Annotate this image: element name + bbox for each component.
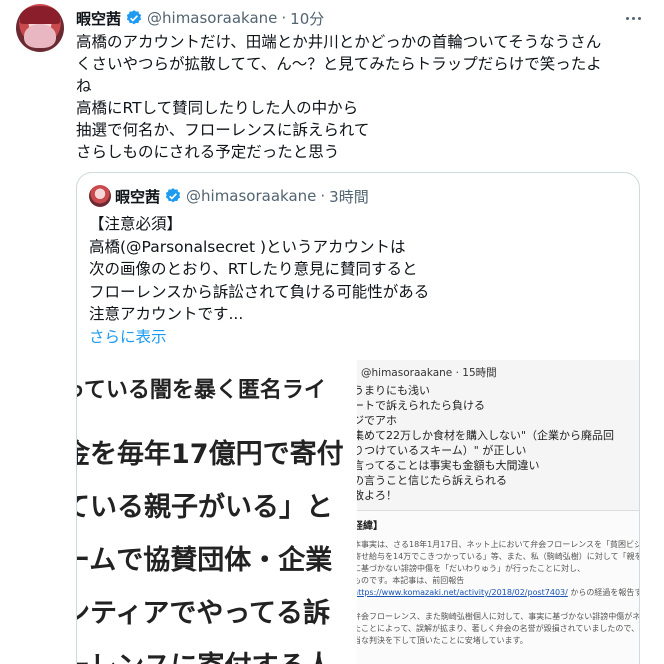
separator-dot: · <box>281 9 287 27</box>
quoted-timestamp: 3時間 <box>329 187 369 206</box>
avatar-face-shape <box>24 24 56 48</box>
tweet-header: 暇空茜 @himasoraakane · 10分 <box>76 7 324 29</box>
tweet-text-line: 抽選で何名か、フローレンスに訴えられて <box>76 121 370 139</box>
image-header: @himasoraakane · 15時間 <box>361 367 497 379</box>
article-heading: 経緯】 <box>355 521 383 532</box>
article-line: に基づかない誹謗中傷を「だいわりゅう」が行ったことに対し、 <box>355 564 585 573</box>
display-name[interactable]: 暇空茜 <box>76 8 121 29</box>
tweet-text-line: さらしものにされる予定だったと思う <box>76 143 340 161</box>
media-image-left[interactable]: っている闇を暴く匿名ライ 金を毎年17億円で寄付 ている親子がいる」と ームで協… <box>77 358 353 664</box>
tweet-text-line: ね <box>76 77 92 95</box>
verified-badge-icon <box>165 188 181 203</box>
image-text-line: ジでアホ <box>355 414 397 427</box>
image-text-line: 言ってることは事実も金額も大間違い <box>355 459 540 472</box>
article-line: 本事実は、さる18年1月17日、ネット上において弁会フローレンスを「貧困ビジネス… <box>355 540 640 549</box>
tweet-text-line: 高橋にRTして賛同したりした人の中から <box>76 99 359 117</box>
article-link-after: からの経過を報告するものです。 <box>570 588 639 597</box>
quoted-text-line: 【注意必須】 <box>89 215 183 233</box>
article-line: 当な判決を下して頂いたことに安堵しています。 <box>355 636 528 645</box>
image-article-box: 経緯】 本事実は、さる18年1月17日、ネット上において弁会フローレンスを「貧困… <box>355 510 640 664</box>
image-text-line: ンティアでやってる訴 <box>77 598 331 629</box>
quoted-text-line: 高橋(@Parsonalsecret )というアカウントは <box>89 237 406 256</box>
image-text-line: うまりにも浅い <box>355 384 430 397</box>
show-more-link[interactable]: さらに表示 <box>89 326 629 349</box>
tweet[interactable]: 暇空茜 @himasoraakane · 10分 高橋のアカウントだけ、田端とか… <box>0 0 664 664</box>
quoted-text-line: 注意アカウントです... <box>89 305 244 323</box>
quoted-tweet-text: 【注意必須】 高橋(@Parsonalsecret )というアカウントは 次の画… <box>89 213 629 348</box>
image-text-line: ている親子がいる」と <box>77 492 333 523</box>
media-image-right[interactable]: @himasoraakane · 15時間 うまりにも浅い ートで訴えられたら負… <box>355 360 640 664</box>
article-link: https://www.komazaki.net/activity/2018/0… <box>355 588 568 597</box>
timestamp[interactable]: 10分 <box>290 8 324 29</box>
quoted-tweet[interactable]: 暇空茜 @himasoraakane · 3時間 【注意必須】 高橋(@Pars… <box>76 172 640 664</box>
tweet-text-line: 高橋のアカウントだけ、田端とか井川とかどっかの首輪ついてそうなうさん <box>76 33 602 51</box>
article-line: 弁会フローレンス、また駒崎弘樹個人に対して、事実に基づかない誹謗中傷がネットで <box>355 612 640 621</box>
article-line: ものです。本記事は、前回報告 <box>355 576 465 585</box>
image-text-line: ートで訴えられたら負ける <box>355 399 485 412</box>
image-text-line: ーレンスに寄付する人 <box>77 644 332 664</box>
article-line: 寄せ給与を14万でこきつかっている」等、また、私（駒崎弘樹）に対して「親を訴訟 <box>355 552 640 561</box>
quoted-text-line: フローレンスから訴訟されて負ける可能性がある <box>89 282 430 301</box>
tweet-text: 高橋のアカウントだけ、田端とか井川とかどっかの首輪ついてそうなうさん くさいやつ… <box>76 31 646 163</box>
quoted-text-line: 次の画像のとおり、RTしたり意見に賛同すると <box>89 260 418 278</box>
verified-badge-icon <box>126 10 142 25</box>
article-link-line: https://www.komazaki.net/activity/2018/0… <box>355 587 639 598</box>
quoted-user-handle: @himasoraakane <box>186 187 317 205</box>
article-line: たことによって、誤解が拡まり、著しく弁会の名誉が毀損されていましたので、員申 <box>355 624 640 633</box>
quoted-display-name: 暇空茜 <box>115 187 161 206</box>
user-handle[interactable]: @himasoraakane <box>147 9 277 27</box>
image-text-line: っている闇を暴く匿名ライ <box>77 378 326 403</box>
quoted-media[interactable]: っている闇を暴く匿名ライ 金を毎年17億円で寄付 ている親子がいる」と ームで協… <box>77 358 639 664</box>
image-text-line: 散よろ！ <box>355 489 397 502</box>
separator-dot: · <box>320 187 326 205</box>
quoted-avatar <box>89 185 111 207</box>
image-text-line: 集めて22万しか食材を購入しない"（企業から廃品回 <box>355 429 615 442</box>
image-text-line: の言うこと信じたら訴えられる <box>355 474 507 487</box>
more-options-icon[interactable] <box>621 9 645 27</box>
quoted-tweet-header: 暇空茜 @himasoraakane · 3時間 <box>89 185 369 207</box>
image-text-line: ームで協賛団体・企業 <box>77 545 333 576</box>
image-text-line: りつけているスキーム）" が正しい <box>355 444 527 457</box>
avatar[interactable] <box>16 4 64 52</box>
tweet-text-line: くさいやつらが拡散してて、ん〜？と見てみたらトラップだらけで笑ったよ <box>76 55 602 73</box>
avatar-hat-shape <box>20 6 60 24</box>
image-text-line: 金を毎年17億円で寄付 <box>77 439 344 470</box>
